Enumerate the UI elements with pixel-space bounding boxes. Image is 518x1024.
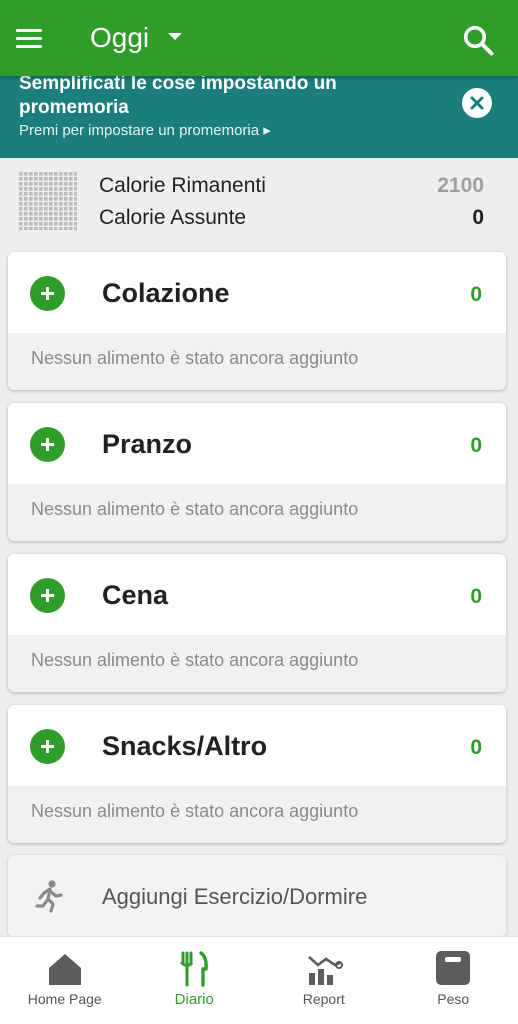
- nav-report[interactable]: Report: [259, 937, 389, 1024]
- bottom-navigation: Home Page Diario Report Peso: [0, 936, 518, 1024]
- meal-header[interactable]: Cena 0: [8, 554, 506, 635]
- app-bar: Oggi: [0, 0, 518, 76]
- meal-card-pranzo: Pranzo 0 Nessun alimento è stato ancora …: [8, 403, 506, 541]
- meal-name: Pranzo: [102, 429, 193, 459]
- nav-label: Diario: [174, 991, 214, 1008]
- meal-calories: 0: [470, 434, 482, 457]
- meal-empty-text: Nessun alimento è stato ancora aggiunto: [31, 801, 359, 821]
- nav-label: Peso: [437, 991, 470, 1007]
- reminder-title: Semplificati le cose impostando un prome…: [19, 73, 337, 118]
- meal-card-snacks: Snacks/Altro 0 Nessun alimento è stato a…: [8, 705, 506, 843]
- reminder-subtitle[interactable]: Premi per impostare un promemoria ▸: [19, 121, 271, 139]
- calendar-grid-icon: [19, 172, 77, 230]
- add-exercise-row[interactable]: Aggiungi Esercizio/Dormire: [8, 855, 506, 937]
- meal-name: Cena: [102, 580, 169, 610]
- nav-label: Home Page: [27, 991, 102, 1007]
- nav-diario[interactable]: Diario: [130, 937, 260, 1024]
- day-selector-title[interactable]: Oggi: [90, 20, 149, 56]
- meal-card-cena: Cena 0 Nessun alimento è stato ancora ag…: [8, 554, 506, 692]
- meal-card-colazione: Colazione 0 Nessun alimento è stato anco…: [8, 252, 506, 390]
- consumed-calories-value: 0: [472, 206, 484, 229]
- meal-name: Snacks/Altro: [102, 731, 268, 761]
- reminder-banner[interactable]: Semplificati le cose impostando un prome…: [0, 73, 518, 158]
- scale-icon: [436, 951, 471, 985]
- home-icon: [48, 954, 81, 985]
- running-person-icon: [35, 880, 63, 913]
- nav-home[interactable]: Home Page: [0, 937, 130, 1024]
- meal-header[interactable]: Snacks/Altro 0: [8, 705, 506, 786]
- add-food-icon[interactable]: [30, 578, 65, 613]
- menu-icon[interactable]: [16, 20, 54, 56]
- close-icon[interactable]: [462, 88, 492, 118]
- remaining-calories-label: Calorie Rimanenti: [99, 174, 266, 197]
- add-exercise-label: Aggiungi Esercizio/Dormire: [102, 884, 368, 909]
- meal-empty-text: Nessun alimento è stato ancora aggiunto: [31, 650, 359, 670]
- meal-calories: 0: [470, 585, 482, 608]
- meal-calories: 0: [470, 736, 482, 759]
- meal-header[interactable]: Colazione 0: [8, 252, 506, 333]
- chart-icon: [307, 956, 343, 985]
- search-icon[interactable]: [460, 22, 496, 58]
- add-food-icon[interactable]: [30, 729, 65, 764]
- consumed-calories-label: Calorie Assunte: [99, 206, 247, 229]
- add-food-icon[interactable]: [30, 276, 65, 311]
- meal-name: Colazione: [102, 278, 230, 308]
- add-food-icon[interactable]: [30, 427, 65, 462]
- nav-peso[interactable]: Peso: [389, 937, 518, 1024]
- calorie-summary: Calorie Rimanenti Calorie Assunte 2100 0: [0, 158, 518, 250]
- nav-label: Report: [302, 991, 345, 1007]
- meal-empty-text: Nessun alimento è stato ancora aggiunto: [31, 499, 359, 519]
- meal-calories: 0: [470, 283, 482, 306]
- meal-header[interactable]: Pranzo 0: [8, 403, 506, 484]
- remaining-calories-value: 2100: [437, 174, 484, 197]
- caret-down-icon[interactable]: [168, 33, 182, 40]
- fork-knife-icon: [180, 951, 209, 987]
- meal-empty-text: Nessun alimento è stato ancora aggiunto: [31, 348, 359, 368]
